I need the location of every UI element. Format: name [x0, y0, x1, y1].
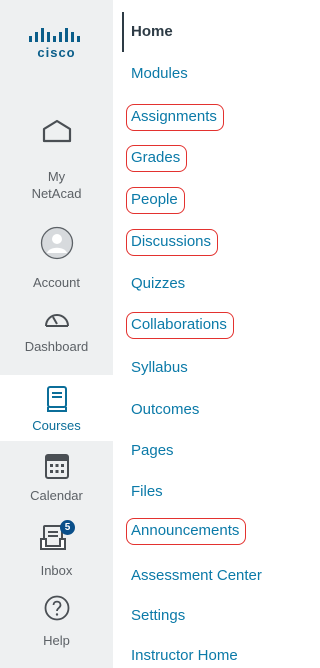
- house-icon: [42, 119, 71, 143]
- course-nav-discussions[interactable]: Discussions: [126, 229, 219, 256]
- cisco-wordmark: cisco: [37, 45, 76, 60]
- course-nav-grades[interactable]: Grades: [126, 145, 188, 172]
- course-nav-outcomes[interactable]: Outcomes: [131, 400, 199, 420]
- course-nav-quizzes[interactable]: Quizzes: [131, 274, 185, 294]
- nav-dashboard[interactable]: Dashboard: [0, 306, 113, 355]
- cisco-logo[interactable]: cisco: [0, 28, 113, 60]
- nav-courses[interactable]: Courses: [0, 375, 113, 441]
- calendar-icon: [44, 454, 69, 479]
- inbox-unread-badge: 5: [60, 520, 75, 535]
- nav-label-account: Account: [33, 275, 80, 290]
- course-nav-people[interactable]: People: [126, 187, 185, 214]
- nav-label-inbox: Inbox: [40, 563, 73, 578]
- course-nav-announcements[interactable]: Announcements: [126, 518, 247, 545]
- course-nav: Home Modules Assignments Grades People D…: [113, 0, 290, 668]
- course-nav-modules[interactable]: Modules: [131, 64, 188, 84]
- course-nav-settings[interactable]: Settings: [131, 606, 185, 626]
- course-nav-assignments[interactable]: Assignments: [126, 104, 224, 131]
- avatar-icon: [40, 226, 73, 260]
- global-nav: cisco My NetAcad Account Dashboard Cours…: [0, 0, 113, 668]
- nav-my-netacad[interactable]: My NetAcad: [0, 118, 113, 202]
- course-nav-instructor-home[interactable]: Instructor Home: [131, 646, 238, 666]
- course-nav-collaborations[interactable]: Collaborations: [126, 312, 234, 339]
- nav-account[interactable]: Account: [0, 226, 113, 291]
- nav-label-help: Help: [43, 633, 70, 648]
- nav-label-my-netacad: My NetAcad: [31, 169, 82, 201]
- nav-label-courses: Courses: [32, 418, 81, 433]
- nav-calendar[interactable]: Calendar: [0, 452, 113, 504]
- nav-label-dashboard: Dashboard: [24, 339, 89, 354]
- nav-label-calendar: Calendar: [30, 488, 83, 503]
- course-nav-home[interactable]: Home: [131, 22, 173, 42]
- courses-book-icon: [46, 386, 67, 412]
- nav-inbox[interactable]: 5 Inbox: [0, 520, 113, 579]
- help-question-icon: [44, 595, 69, 621]
- course-nav-syllabus[interactable]: Syllabus: [131, 358, 188, 378]
- current-item-indicator: [122, 12, 124, 52]
- course-nav-assessment-center[interactable]: Assessment Center: [131, 566, 262, 586]
- course-nav-pages[interactable]: Pages: [131, 441, 174, 461]
- cisco-bars-icon: [28, 28, 80, 42]
- dashboard-gauge-icon: [44, 314, 69, 327]
- course-nav-files[interactable]: Files: [131, 482, 163, 502]
- nav-help[interactable]: Help: [0, 594, 113, 649]
